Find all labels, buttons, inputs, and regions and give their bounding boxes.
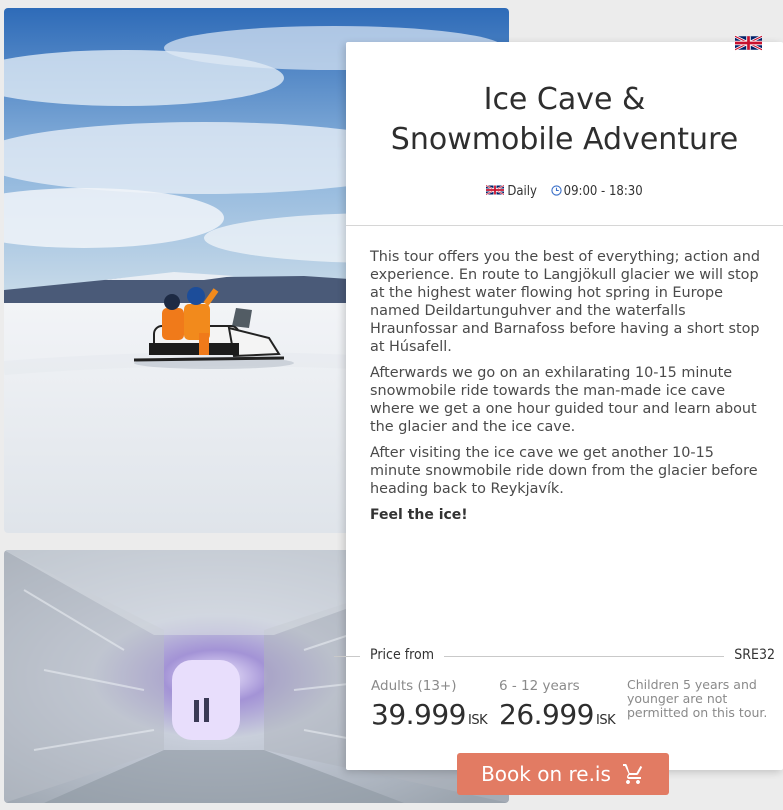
tour-description: This tour offers you the best of everyth… bbox=[370, 248, 767, 532]
price-currency: ISK bbox=[467, 713, 488, 728]
book-button-label: Book on re.is bbox=[481, 762, 611, 786]
age-restriction-note: Children 5 years and younger are not per… bbox=[627, 677, 768, 720]
tour-meta: Daily 09:00 - 18:30 bbox=[346, 184, 783, 199]
tour-title-line1: Ice Cave & bbox=[483, 82, 646, 117]
tour-title: Ice Cave & Snowmobile Adventure bbox=[346, 80, 783, 160]
tour-code: SRE32 bbox=[724, 647, 783, 663]
uk-flag-icon bbox=[486, 184, 505, 196]
tour-title-line2: Snowmobile Adventure bbox=[390, 122, 739, 157]
divider bbox=[346, 225, 783, 226]
description-paragraph: This tour offers you the best of everyth… bbox=[370, 249, 760, 355]
tagline: Feel the ice! bbox=[370, 507, 468, 523]
price-amount: 39.999 bbox=[371, 698, 466, 731]
price-from-label: Price from bbox=[360, 647, 444, 663]
price-tier-children: 6 - 12 years 26.999 ISK bbox=[499, 678, 616, 731]
book-button[interactable]: Book on re.is bbox=[457, 753, 669, 795]
description-paragraph: Afterwards we go on an exhilarating 10-1… bbox=[370, 365, 757, 435]
price-currency: ISK bbox=[595, 713, 616, 728]
price-tier-adults: Adults (13+) 39.999 ISK bbox=[371, 678, 488, 731]
tier-label: 6 - 12 years bbox=[499, 678, 580, 694]
price-amount: 26.999 bbox=[499, 698, 594, 731]
price-header: Price from SRE32 bbox=[334, 646, 783, 666]
tier-label: Adults (13+) bbox=[371, 678, 457, 694]
hours-text: 09:00 - 18:30 bbox=[563, 184, 643, 199]
cart-icon bbox=[622, 764, 643, 784]
description-paragraph: After visiting the ice cave we get anoth… bbox=[370, 445, 758, 497]
tour-card: Ice Cave & Snowmobile Adventure Daily 09… bbox=[334, 35, 783, 770]
tier-price: 39.999 ISK bbox=[371, 698, 488, 731]
tier-price: 26.999 ISK bbox=[499, 698, 616, 731]
uk-flag-icon[interactable] bbox=[735, 34, 762, 52]
clock-icon bbox=[550, 185, 562, 196]
schedule-text: Daily bbox=[507, 184, 537, 199]
